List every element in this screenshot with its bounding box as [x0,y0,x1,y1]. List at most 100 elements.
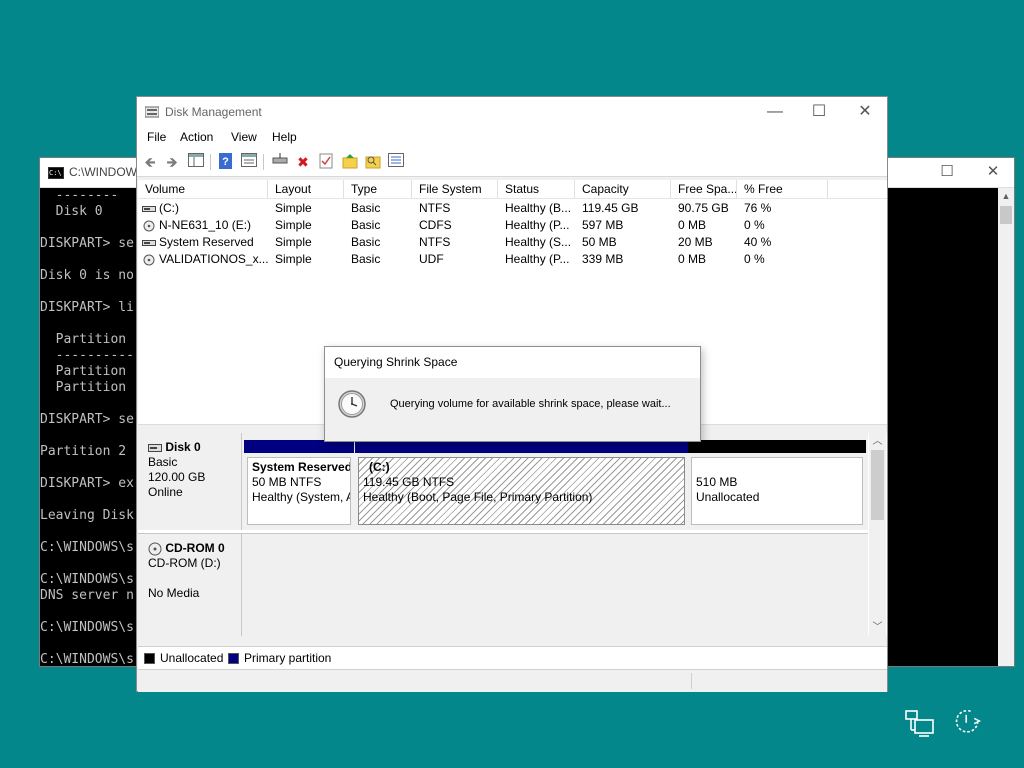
column-capacity[interactable]: Capacity [575,180,671,198]
partition-status: Healthy (System, A [252,490,351,504]
menu-file[interactable]: File [147,130,166,144]
settings-list-icon[interactable] [387,153,405,171]
partition-c-drive[interactable]: (C:) 119.45 GB NTFS Healthy (Boot, Page … [355,440,688,528]
menu-help[interactable]: Help [272,130,297,144]
cmd-scroll-thumb[interactable] [1000,206,1012,224]
hard-disk-icon [148,443,162,452]
close-button[interactable]: ✕ [843,101,887,123]
dialog-title-bar[interactable]: Querying Shrink Space [325,347,700,378]
cell-capacity: 339 MB [582,252,624,266]
delete-icon[interactable]: ✖ [294,153,312,171]
partition-unallocated[interactable]: 510 MB Unallocated [688,440,866,528]
table-row[interactable]: N-NE631_10 (E:) Simple Basic CDFS Healthy (P… [138,217,887,234]
cell-status: Healthy (S... [505,235,572,249]
help-icon[interactable]: ? [217,153,235,171]
forward-arrow-icon[interactable]: 🡺 [163,153,181,171]
cell-pct: 40 % [744,235,772,249]
chevron-up-icon[interactable]: ︿ [869,433,886,450]
svg-text:?: ? [222,156,229,168]
search-folder-icon[interactable] [364,153,382,171]
menu-bar: File Action View Help [137,127,887,149]
column-volume[interactable]: Volume [138,180,268,198]
cell-pct: 76 % [744,201,772,215]
cell-status: Healthy (P... [505,218,570,232]
column-file-system[interactable]: File System [412,180,498,198]
maximize-button[interactable]: ☐ [797,101,841,123]
cd-drive-icon [143,254,155,266]
cell-fs: NTFS [419,235,451,249]
menu-action[interactable]: Action [180,130,213,144]
network-icon[interactable] [903,708,937,738]
disk-0-label[interactable]: Disk 0 Basic 120.00 GB Online [138,433,242,530]
disk-0-partition-row: System Reserved 50 MB NTFS Healthy (Syst… [242,433,868,530]
console-tree-icon[interactable] [187,153,205,171]
window-title: Disk Management [165,105,262,119]
cell-pct: 0 % [744,252,765,266]
cdrom-0-name: CD-ROM 0 [165,541,225,555]
table-row[interactable]: System Reserved Simple Basic NTFS Healthy (S… [138,234,887,251]
cmd-maximize-button[interactable]: ☐ [932,162,962,182]
disk-management-app-icon [145,106,159,118]
column-status[interactable]: Status [498,180,575,198]
disk-0-name: Disk 0 [165,440,201,454]
cdrom-0-drive: CD-ROM (D:) [148,556,221,570]
querying-shrink-dialog[interactable]: Querying Shrink Space Querying volume fo… [324,346,701,442]
table-row[interactable]: VALIDATIONOS_x... Simple Basic UDF Healthy (… [138,251,887,268]
cell-volume: (C:) [138,200,268,217]
partition-name: System Reserved [252,460,351,474]
disk-0-type: Basic [148,455,178,469]
partition-system-reserved[interactable]: System Reserved 50 MB NTFS Healthy (Syst… [244,440,354,528]
partition-bar [688,440,866,453]
back-arrow-icon[interactable]: 🡸 [141,153,159,171]
cell-layout: Simple [275,235,312,249]
cmd-close-button[interactable]: ✕ [978,162,1008,182]
cell-free: 20 MB [678,235,713,249]
power-options-icon[interactable] [951,706,985,736]
cell-layout: Simple [275,252,312,266]
menu-view[interactable]: View [231,130,257,144]
drive-icon [142,239,156,246]
legend: Unallocated Primary partition [138,646,887,669]
column-free-space[interactable]: Free Spa... [671,180,737,198]
cdrom-0-media: No Media [148,586,200,600]
scroll-up-icon[interactable]: ▲ [998,188,1014,204]
partition-size: 119.45 GB NTFS [363,475,455,489]
check-icon[interactable] [317,153,335,171]
disk-view-scrollbar[interactable]: ︿ ﹀ [869,433,886,636]
properties-icon[interactable] [240,153,258,171]
cell-status: Healthy (P... [505,252,570,266]
cell-pct: 0 % [744,218,765,232]
column-type[interactable]: Type [344,180,412,198]
column-percent-free[interactable]: % Free [737,180,828,198]
connect-drive-icon[interactable] [271,153,289,171]
partition-status: Unallocated [696,490,760,504]
cell-free: 0 MB [678,252,707,266]
status-bar [138,669,887,692]
disk-0-state: Online [148,485,183,499]
cdrom-0-label[interactable]: CD-ROM 0 CD-ROM (D:) No Media [138,533,242,636]
drive-icon [142,205,156,212]
volume-name: (C:) [159,201,179,215]
cell-free: 0 MB [678,218,707,232]
dialog-message: Querying volume for available shrink spa… [390,398,671,410]
dialog-title: Querying Shrink Space [334,355,458,369]
disk-view-scroll-thumb[interactable] [871,450,884,520]
disk-0-size: 120.00 GB [148,470,206,484]
partition-status: Healthy (Boot, Page File, Primary Partit… [363,490,593,504]
title-bar[interactable]: Disk Management — ☐ ✕ [137,97,887,127]
legend-label-unallocated: Unallocated [160,651,224,665]
cell-volume: System Reserved [138,234,268,251]
partition-size: 510 MB [696,475,738,489]
legend-swatch-primary [228,653,239,664]
chevron-down-icon[interactable]: ﹀ [869,619,886,636]
column-layout[interactable]: Layout [268,180,344,198]
minimize-button[interactable]: — [753,101,797,123]
cd-drive-icon [143,220,155,232]
folder-up-icon[interactable] [341,153,359,171]
cell-capacity: 119.45 GB [582,201,639,215]
cell-layout: Simple [275,218,312,232]
cmd-scrollbar[interactable]: ▲ [998,188,1014,666]
table-row[interactable]: (C:) Simple Basic NTFS Healthy (B... 119.45 G… [138,200,887,217]
disk-graphical-view[interactable]: Disk 0 Basic 120.00 GB Online System Res… [138,433,887,636]
clock-icon [338,390,366,418]
